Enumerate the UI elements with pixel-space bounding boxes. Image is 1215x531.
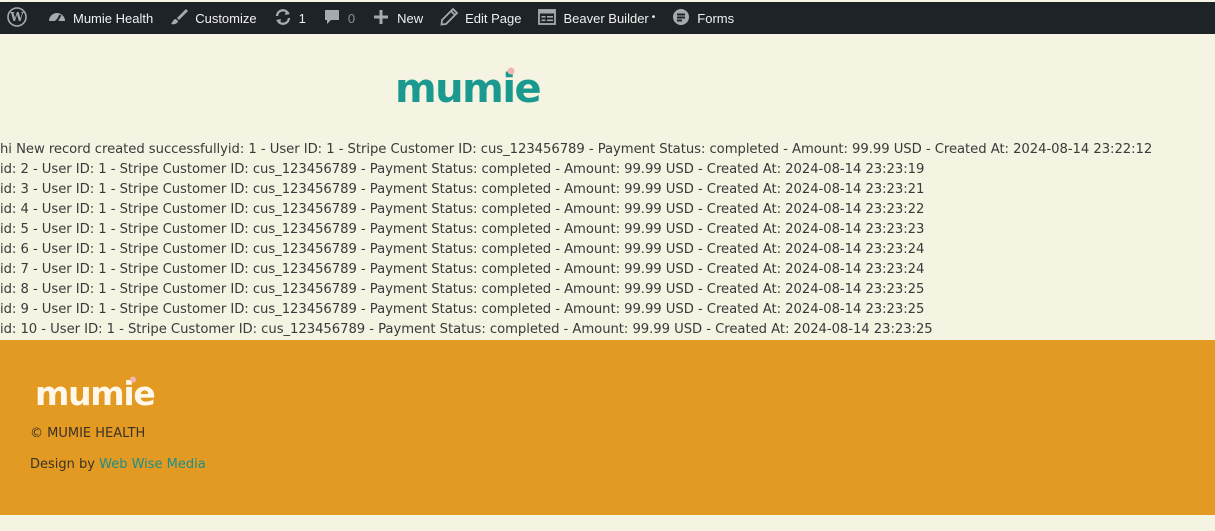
pencil-icon bbox=[439, 7, 465, 30]
admin-bar: W Mumie Health Customize 1 0 New Edit Pa… bbox=[0, 2, 1215, 34]
svg-text:W: W bbox=[9, 10, 24, 24]
record-line: id: 10 - User ID: 1 - Stripe Customer ID… bbox=[0, 322, 933, 337]
site-footer: mumie © MUMIE HEALTH Design by Web Wise … bbox=[0, 340, 1215, 515]
comments-count: 0 bbox=[347, 10, 356, 26]
copyright-text: © MUMIE HEALTH bbox=[30, 426, 146, 441]
record-line: id: 8 - User ID: 1 - Stripe Customer ID:… bbox=[0, 282, 925, 297]
footer-logo-wordmark: mumie bbox=[35, 374, 154, 410]
records-output: hi New record created successfullyid: 1 … bbox=[0, 140, 1152, 340]
forms-label: Forms bbox=[697, 10, 735, 26]
credit-prefix: Design by bbox=[30, 457, 100, 472]
record-line: id: 6 - User ID: 1 - Stripe Customer ID:… bbox=[0, 242, 925, 257]
footer-logo-dot bbox=[130, 376, 136, 383]
record-line: id: 7 - User ID: 1 - Stripe Customer ID:… bbox=[0, 262, 925, 277]
edit-page-label: Edit Page bbox=[465, 10, 522, 26]
credit-link[interactable]: Web Wise Media bbox=[99, 457, 206, 472]
customize-link[interactable]: Customize bbox=[161, 2, 264, 34]
site-name-label: Mumie Health bbox=[73, 10, 154, 26]
beaver-builder-status-dot: • bbox=[651, 12, 656, 23]
customize-label: Customize bbox=[195, 10, 257, 26]
comments-link[interactable]: 0 bbox=[314, 2, 363, 34]
wordpress-logo-icon: W bbox=[7, 6, 31, 30]
plus-icon bbox=[371, 7, 397, 30]
updates-link[interactable]: 1 bbox=[265, 2, 314, 34]
record-line: id: 3 - User ID: 1 - Stripe Customer ID:… bbox=[0, 182, 925, 197]
wordpress-menu[interactable]: W bbox=[0, 2, 39, 34]
dashboard-icon bbox=[47, 7, 73, 30]
record-line: id: 4 - User ID: 1 - Stripe Customer ID:… bbox=[0, 202, 925, 217]
new-label: New bbox=[397, 10, 424, 26]
updates-icon bbox=[273, 7, 299, 30]
beaver-builder-icon bbox=[537, 7, 563, 30]
site-logo[interactable]: mumie bbox=[395, 64, 567, 112]
beaver-builder-link[interactable]: Beaver Builder • bbox=[529, 2, 663, 34]
beaver-builder-label: Beaver Builder bbox=[563, 10, 649, 26]
forms-icon bbox=[671, 7, 697, 30]
comment-icon bbox=[322, 7, 348, 30]
record-line: id: 2 - User ID: 1 - Stripe Customer ID:… bbox=[0, 162, 925, 177]
logo-wordmark: mumie bbox=[395, 66, 541, 108]
logo-dot bbox=[507, 67, 515, 75]
forms-link[interactable]: Forms bbox=[663, 2, 742, 34]
record-line: hi New record created successfullyid: 1 … bbox=[0, 142, 1153, 157]
design-credit: Design by Web Wise Media bbox=[30, 457, 206, 472]
record-line: id: 5 - User ID: 1 - Stripe Customer ID:… bbox=[0, 222, 925, 237]
new-content-menu[interactable]: New bbox=[363, 2, 431, 34]
footer-logo[interactable]: mumie bbox=[35, 374, 181, 413]
updates-count: 1 bbox=[298, 10, 306, 26]
record-line: id: 9 - User ID: 1 - Stripe Customer ID:… bbox=[0, 302, 925, 317]
site-name-menu[interactable]: Mumie Health bbox=[39, 2, 161, 34]
edit-page-link[interactable]: Edit Page bbox=[431, 2, 529, 34]
paintbrush-icon bbox=[169, 7, 195, 30]
